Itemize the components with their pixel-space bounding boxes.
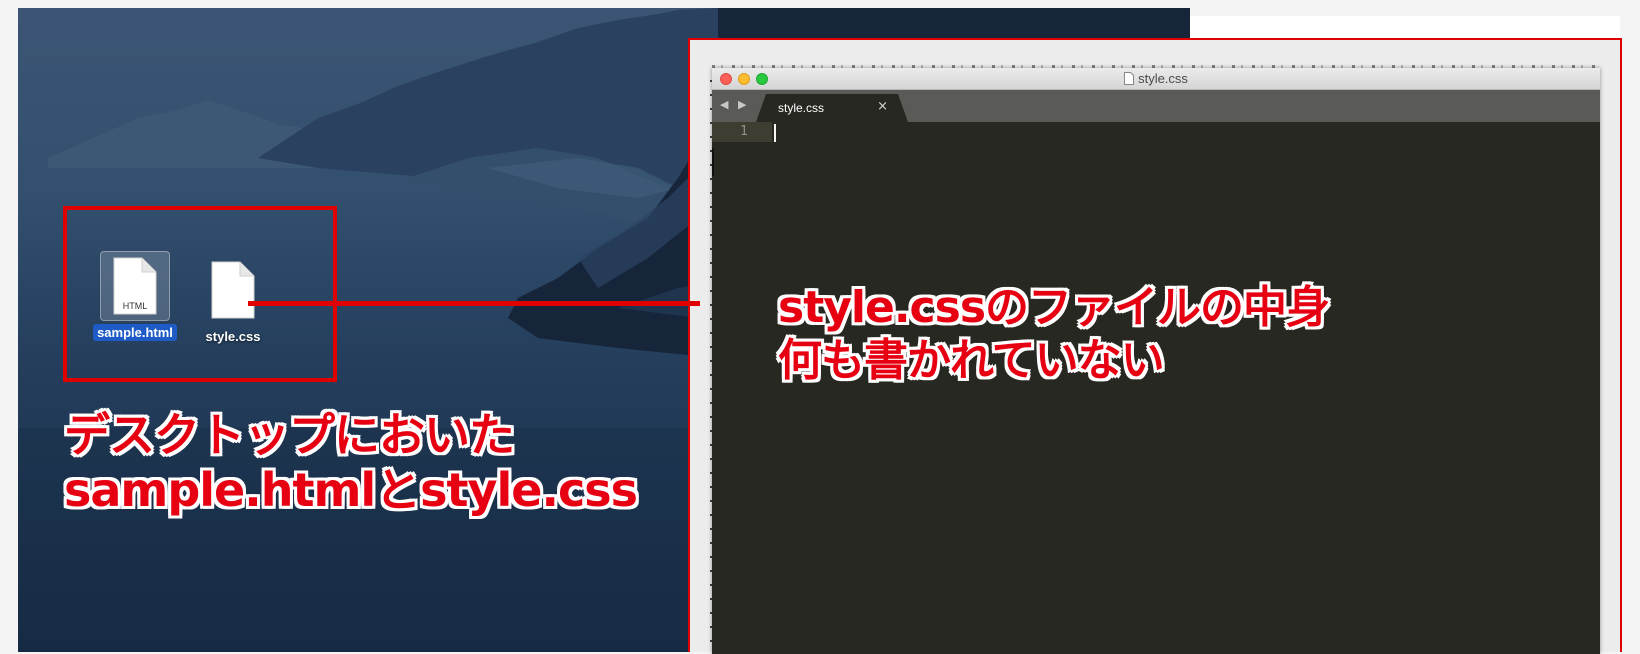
tab-label: style.css [778,101,825,115]
css-file-icon [211,261,255,319]
tab-style-css[interactable]: style.css × [756,94,908,122]
file-name-label: style.css [205,329,261,344]
tab-bar: ◀ ▶ style.css × [712,90,1600,122]
desktop-file-sample-html[interactable]: HTML sample.html [90,251,180,341]
desktop-file-style-css[interactable]: style.css [188,255,278,345]
editor-annotation-line1: style.cssのファイルの中身 [778,282,1330,333]
desktop-annotation-line2: sample.htmlとstyle.css [64,463,638,518]
window-title: style.css [712,71,1600,86]
html-file-icon: HTML [113,257,157,315]
annotation-connector-line [248,301,700,306]
editor-annotation: style.cssのファイルの中身 何も書かれていない [778,282,1330,388]
editor-annotation-line2: 何も書かれていない [778,334,1165,386]
line-number: 1 [740,124,748,139]
editor-line[interactable]: 1 [712,122,1600,142]
close-tab-icon[interactable]: × [877,99,888,114]
html-badge: HTML [123,301,148,311]
file-thumb: HTML [100,251,170,321]
window-titlebar[interactable]: style.css [712,68,1600,90]
window-title-text: style.css [1138,71,1188,86]
file-thumb [198,255,268,325]
gutter-marker [712,148,714,176]
desktop-annotation-line1: デスクトップにおいた [64,408,515,462]
desktop-annotation: デスクトップにおいた sample.htmlとstyle.css [64,408,638,518]
document-icon [1124,72,1135,85]
text-cursor [774,124,776,142]
tab-nav-arrows[interactable]: ◀ ▶ [720,98,749,111]
file-name-label: sample.html [93,324,177,341]
